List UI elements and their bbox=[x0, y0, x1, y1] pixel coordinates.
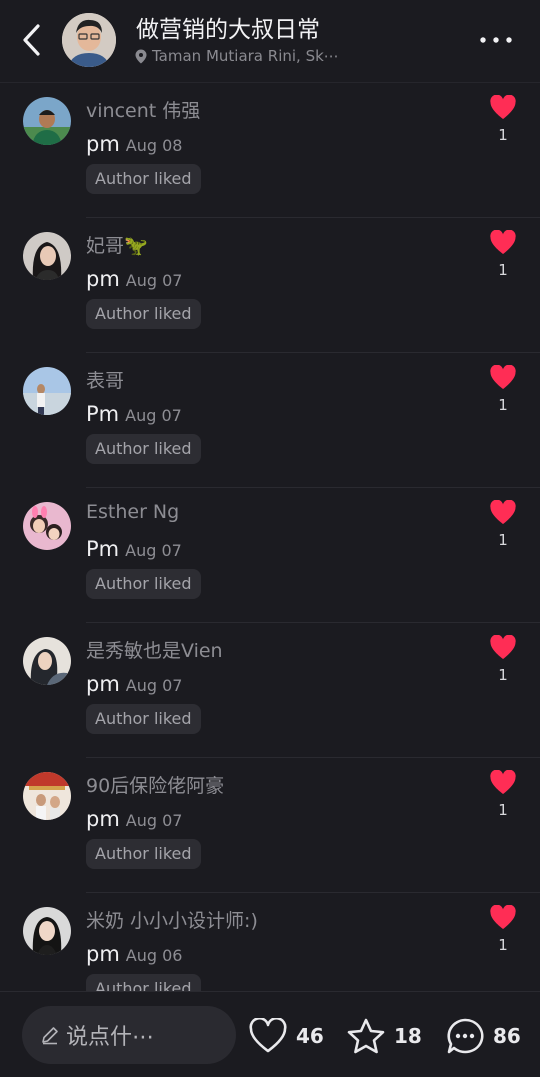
author-liked-badge: Author liked bbox=[86, 569, 201, 599]
heart-icon bbox=[490, 500, 516, 524]
comment-text: Pm bbox=[86, 537, 120, 561]
header: 做营销的大叔日常 Taman Mutiara Rini, Sk⋯ bbox=[0, 0, 540, 83]
avatar[interactable] bbox=[23, 502, 71, 550]
avatar[interactable] bbox=[23, 772, 71, 820]
like-button[interactable]: 1 bbox=[486, 635, 520, 684]
comment-text: pm bbox=[86, 807, 120, 831]
like-post-button[interactable]: 46 bbox=[248, 1016, 324, 1056]
author-avatar[interactable] bbox=[62, 13, 116, 67]
comment-placeholder: 说点什⋯ bbox=[66, 1025, 155, 1050]
page-title: 做营销的大叔日常 bbox=[136, 17, 320, 43]
comment-text: pm bbox=[86, 672, 120, 696]
heart-outline-icon bbox=[249, 1018, 287, 1053]
like-button[interactable]: 1 bbox=[486, 365, 520, 414]
user-name[interactable]: 是秀敏也是Vien bbox=[86, 636, 446, 663]
comment-line: pm Aug 07 bbox=[86, 267, 182, 291]
author-liked-badge: Author liked bbox=[86, 839, 201, 869]
location-pin-icon bbox=[135, 49, 147, 63]
list-item: Esther Ng Pm Aug 07 Author liked 1 bbox=[0, 488, 540, 623]
more-options-button[interactable] bbox=[470, 24, 522, 56]
comment-date: Aug 07 bbox=[125, 541, 182, 560]
comment-date: Aug 07 bbox=[125, 271, 183, 290]
more-dots-icon bbox=[480, 37, 512, 43]
like-button[interactable]: 1 bbox=[486, 905, 520, 954]
comment-bubble-icon bbox=[447, 1018, 484, 1054]
avatar[interactable] bbox=[23, 232, 71, 280]
comment-line: pm Aug 07 bbox=[86, 672, 182, 696]
comment-line: Pm Aug 07 bbox=[86, 537, 182, 561]
comment-total: 86 bbox=[493, 1024, 521, 1048]
heart-icon bbox=[490, 905, 516, 929]
list-item: 90后保险佬阿豪 pm Aug 07 Author liked 1 bbox=[0, 758, 540, 893]
user-name[interactable]: vincent 伟强 bbox=[86, 96, 446, 123]
like-count: 1 bbox=[498, 396, 508, 414]
likes-list[interactable]: vincent 伟强 pm Aug 08 Author liked 1 妃哥🦖 … bbox=[0, 83, 540, 991]
favorite-total: 18 bbox=[394, 1024, 422, 1048]
like-count: 1 bbox=[498, 666, 508, 684]
comment-date: Aug 07 bbox=[125, 676, 183, 695]
like-button[interactable]: 1 bbox=[486, 230, 520, 279]
comment-input[interactable]: 说点什⋯ bbox=[22, 1006, 236, 1064]
pencil-icon bbox=[42, 1027, 58, 1045]
user-name[interactable]: 90后保险佬阿豪 bbox=[86, 771, 446, 798]
like-button[interactable]: 1 bbox=[486, 95, 520, 144]
comment-line: Pm Aug 07 bbox=[86, 402, 182, 426]
heart-icon bbox=[490, 365, 516, 389]
like-count: 1 bbox=[498, 936, 508, 954]
avatar[interactable] bbox=[23, 367, 71, 415]
comment-date: Aug 07 bbox=[125, 811, 183, 830]
favorite-button[interactable]: 18 bbox=[346, 1016, 422, 1056]
chevron-left-icon bbox=[23, 24, 40, 56]
like-count: 1 bbox=[498, 531, 508, 549]
comment-line: pm Aug 07 bbox=[86, 807, 182, 831]
author-liked-badge: Author liked bbox=[86, 704, 201, 734]
like-count: 1 bbox=[498, 261, 508, 279]
author-liked-badge: Author liked bbox=[86, 299, 201, 329]
like-count: 1 bbox=[498, 126, 508, 144]
back-button[interactable] bbox=[14, 22, 50, 58]
heart-icon bbox=[490, 230, 516, 254]
bottom-action-bar: 说点什⋯ 46 18 86 bbox=[0, 991, 540, 1077]
user-name[interactable]: 米奶 小小小设计师:) bbox=[86, 906, 446, 933]
user-name[interactable]: Esther Ng bbox=[86, 501, 446, 523]
comment-date: Aug 08 bbox=[125, 136, 183, 155]
avatar[interactable] bbox=[23, 637, 71, 685]
like-total: 46 bbox=[296, 1024, 324, 1048]
list-item: 妃哥🦖 pm Aug 07 Author liked 1 bbox=[0, 218, 540, 353]
comment-line: pm Aug 06 bbox=[86, 942, 182, 966]
author-liked-badge: Author liked bbox=[86, 434, 201, 464]
like-button[interactable]: 1 bbox=[486, 770, 520, 819]
avatar[interactable] bbox=[23, 97, 71, 145]
heart-icon bbox=[490, 770, 516, 794]
list-item: 米奶 小小小设计师:) pm Aug 06 Author liked 1 bbox=[0, 893, 540, 991]
comment-text: pm bbox=[86, 132, 120, 156]
comment-text: pm bbox=[86, 267, 120, 291]
comments-button[interactable]: 86 bbox=[445, 1016, 521, 1056]
list-item: vincent 伟强 pm Aug 08 Author liked 1 bbox=[0, 83, 540, 218]
avatar[interactable] bbox=[23, 907, 71, 955]
star-outline-icon bbox=[347, 1018, 385, 1054]
location-text: Taman Mutiara Rini, Sk⋯ bbox=[152, 47, 339, 65]
like-button[interactable]: 1 bbox=[486, 500, 520, 549]
comment-line: pm Aug 08 bbox=[86, 132, 182, 156]
comment-text: pm bbox=[86, 942, 120, 966]
location[interactable]: Taman Mutiara Rini, Sk⋯ bbox=[135, 47, 385, 65]
comment-text: Pm bbox=[86, 402, 120, 426]
comment-date: Aug 06 bbox=[125, 946, 183, 965]
user-name[interactable]: 妃哥🦖 bbox=[86, 231, 446, 258]
heart-icon bbox=[490, 635, 516, 659]
comment-date: Aug 07 bbox=[125, 406, 182, 425]
comments-page: 做营销的大叔日常 Taman Mutiara Rini, Sk⋯ vincent… bbox=[0, 0, 540, 1077]
list-item: 是秀敏也是Vien pm Aug 07 Author liked 1 bbox=[0, 623, 540, 758]
author-liked-badge: Author liked bbox=[86, 974, 201, 991]
author-liked-badge: Author liked bbox=[86, 164, 201, 194]
list-item: 表哥 Pm Aug 07 Author liked 1 bbox=[0, 353, 540, 488]
like-count: 1 bbox=[498, 801, 508, 819]
user-name[interactable]: 表哥 bbox=[86, 366, 446, 393]
heart-icon bbox=[490, 95, 516, 119]
